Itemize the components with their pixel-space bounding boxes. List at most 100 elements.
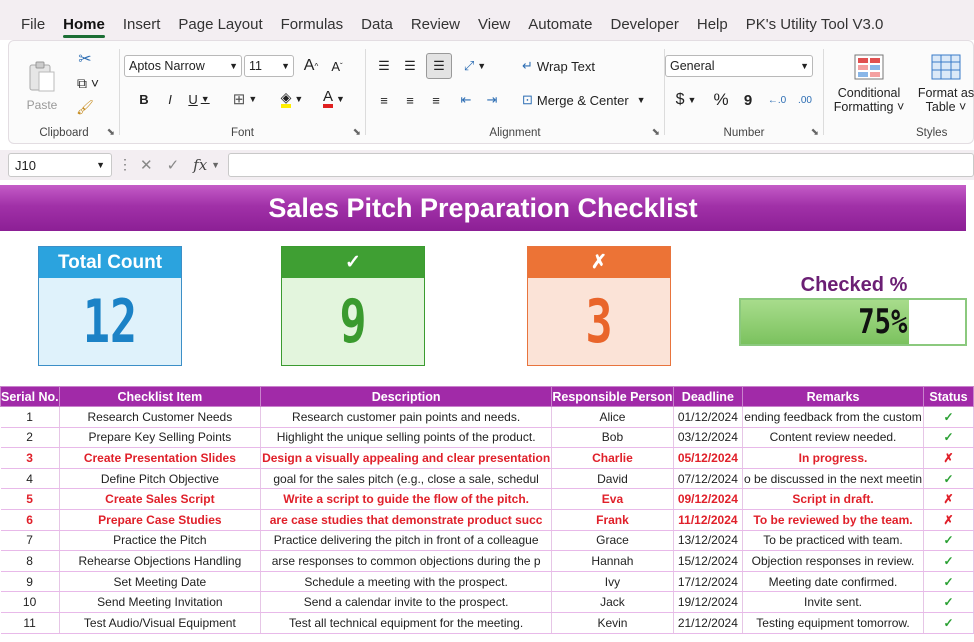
align-bottom-button[interactable]: ☰ bbox=[426, 53, 452, 79]
cell-deadline[interactable]: 15/12/2024 bbox=[673, 550, 743, 572]
cell-description[interactable]: Research customer pain points and needs. bbox=[260, 406, 553, 428]
cell-serial[interactable]: 10 bbox=[0, 591, 60, 613]
cell-serial[interactable]: 1 bbox=[0, 406, 60, 428]
cell-serial[interactable]: 4 bbox=[0, 468, 60, 490]
cell-remarks[interactable]: ending feedback from the custom bbox=[742, 406, 925, 428]
orientation-button[interactable]: ⤢ ▼ bbox=[458, 55, 492, 77]
tab-automate[interactable]: Automate bbox=[519, 16, 601, 40]
cell-remarks[interactable]: In progress. bbox=[742, 447, 925, 469]
font-color-button[interactable]: A ▼ bbox=[316, 87, 352, 111]
tab-developer[interactable]: Developer bbox=[601, 16, 687, 40]
cell-person[interactable]: Eva bbox=[551, 488, 674, 510]
cell-person[interactable]: David bbox=[551, 468, 674, 490]
cell-person[interactable]: Grace bbox=[551, 530, 674, 552]
tab-help[interactable]: Help bbox=[688, 16, 737, 40]
cell-deadline[interactable]: 07/12/2024 bbox=[673, 468, 743, 490]
tab-page-layout[interactable]: Page Layout bbox=[169, 16, 271, 40]
cell-person[interactable]: Alice bbox=[551, 406, 674, 428]
cell-person[interactable]: Jack bbox=[551, 591, 674, 613]
cell-status[interactable]: ✓ bbox=[923, 530, 974, 552]
cell-person[interactable]: Ivy bbox=[551, 571, 674, 593]
cell-remarks[interactable]: Invite sent. bbox=[742, 591, 925, 613]
cell-deadline[interactable]: 11/12/2024 bbox=[673, 509, 743, 531]
cell-status[interactable]: ✗ bbox=[923, 509, 974, 531]
cell-remarks[interactable]: Objection responses in review. bbox=[742, 550, 925, 572]
cell-status[interactable]: ✓ bbox=[923, 571, 974, 593]
format-painter-button[interactable]: 🖌 bbox=[73, 97, 97, 117]
cell-remarks[interactable]: To be practiced with team. bbox=[742, 530, 925, 552]
align-middle-button[interactable]: ☰ bbox=[398, 55, 422, 77]
cell-serial[interactable]: 3 bbox=[0, 447, 60, 469]
align-top-button[interactable]: ☰ bbox=[372, 55, 396, 77]
cell-serial[interactable]: 11 bbox=[0, 612, 60, 634]
tab-file[interactable]: File bbox=[12, 16, 54, 40]
cell-serial[interactable]: 8 bbox=[0, 550, 60, 572]
cell-remarks[interactable]: Script in draft. bbox=[742, 488, 925, 510]
cell-remarks[interactable]: Meeting date confirmed. bbox=[742, 571, 925, 593]
bold-button[interactable]: B bbox=[134, 89, 154, 109]
cell-item[interactable]: Test Audio/Visual Equipment bbox=[59, 612, 262, 634]
cell-item[interactable]: Set Meeting Date bbox=[59, 571, 262, 593]
tab-pk-s-utility-tool-v3-0[interactable]: PK's Utility Tool V3.0 bbox=[737, 16, 893, 40]
cell-status[interactable]: ✗ bbox=[923, 488, 974, 510]
increase-indent-button[interactable]: ⇥ bbox=[480, 89, 504, 111]
cell-person[interactable]: Kevin bbox=[551, 612, 674, 634]
cell-description[interactable]: goal for the sales pitch (e.g., close a … bbox=[260, 468, 553, 490]
cell-serial[interactable]: 5 bbox=[0, 488, 60, 510]
number-format-dropdown[interactable]: General ▼ bbox=[665, 55, 813, 77]
underline-button[interactable]: U ▼ bbox=[184, 89, 214, 109]
cell-item[interactable]: Research Customer Needs bbox=[59, 406, 262, 428]
cell-item[interactable]: Prepare Key Selling Points bbox=[59, 427, 262, 449]
cell-deadline[interactable]: 01/12/2024 bbox=[673, 406, 743, 428]
cell-item[interactable]: Rehearse Objections Handling bbox=[59, 550, 262, 572]
confirm-icon[interactable]: ✓ bbox=[167, 156, 180, 174]
cell-description[interactable]: Practice delivering the pitch in front o… bbox=[260, 530, 553, 552]
align-right-button[interactable]: ≡ bbox=[424, 89, 448, 111]
cell-description[interactable]: Test all technical equipment for the mee… bbox=[260, 612, 553, 634]
cell-status[interactable]: ✗ bbox=[923, 447, 974, 469]
number-launcher-icon[interactable]: ⬊ bbox=[811, 127, 819, 138]
font-launcher-icon[interactable]: ⬊ bbox=[353, 127, 361, 138]
cell-remarks[interactable]: To be reviewed by the team. bbox=[742, 509, 925, 531]
cell-remarks[interactable]: Content review needed. bbox=[742, 427, 925, 449]
copy-button[interactable]: ⧉ ˅ bbox=[73, 73, 103, 93]
cell-person[interactable]: Charlie bbox=[551, 447, 674, 469]
align-left-button[interactable]: ≡ bbox=[372, 89, 396, 111]
font-size-dropdown[interactable]: 11 ▼ bbox=[244, 55, 294, 77]
currency-button[interactable]: $ ▼ bbox=[671, 89, 701, 111]
cell-item[interactable]: Prepare Case Studies bbox=[59, 509, 262, 531]
cell-description[interactable]: Highlight the unique selling points of t… bbox=[260, 427, 553, 449]
cell-remarks[interactable]: Testing equipment tomorrow. bbox=[742, 612, 925, 634]
worksheet[interactable]: Sales Pitch Preparation Checklist Total … bbox=[0, 182, 974, 642]
percent-button[interactable]: % bbox=[709, 89, 733, 111]
cell-deadline[interactable]: 17/12/2024 bbox=[673, 571, 743, 593]
alignment-launcher-icon[interactable]: ⬊ bbox=[652, 127, 660, 138]
tab-data[interactable]: Data bbox=[352, 16, 402, 40]
decrease-decimal-button[interactable]: .00 bbox=[793, 89, 817, 111]
cell-item[interactable]: Practice the Pitch bbox=[59, 530, 262, 552]
decrease-indent-button[interactable]: ⇤ bbox=[454, 89, 478, 111]
more-options-icon[interactable]: ⋮ bbox=[118, 156, 132, 173]
paste-button[interactable]: Paste bbox=[23, 51, 61, 121]
cell-item[interactable]: Create Sales Script bbox=[59, 488, 262, 510]
cell-description[interactable]: Design a visually appealing and clear pr… bbox=[260, 447, 553, 469]
align-center-button[interactable]: ≡ bbox=[398, 89, 422, 111]
format-as-table-button[interactable]: Format as Table ˅ bbox=[914, 49, 974, 119]
italic-button[interactable]: I bbox=[160, 89, 180, 109]
name-box[interactable]: J10 ▼ bbox=[8, 153, 112, 177]
cell-deadline[interactable]: 09/12/2024 bbox=[673, 488, 743, 510]
cell-person[interactable]: Frank bbox=[551, 509, 674, 531]
borders-button[interactable]: ⊞ ▼ bbox=[228, 89, 262, 109]
increase-decimal-button[interactable]: ←.0 bbox=[765, 89, 789, 111]
cell-status[interactable]: ✓ bbox=[923, 591, 974, 613]
cell-status[interactable]: ✓ bbox=[923, 550, 974, 572]
grow-font-button[interactable]: A ^ bbox=[300, 55, 322, 77]
cell-status[interactable]: ✓ bbox=[923, 427, 974, 449]
cell-description[interactable]: Schedule a meeting with the prospect. bbox=[260, 571, 553, 593]
cell-item[interactable]: Define Pitch Objective bbox=[59, 468, 262, 490]
cell-description[interactable]: are case studies that demonstrate produc… bbox=[260, 509, 553, 531]
cancel-icon[interactable]: ✕ bbox=[140, 156, 153, 174]
cell-remarks[interactable]: o be discussed in the next meetin bbox=[742, 468, 925, 490]
insert-function-button[interactable]: fx bbox=[193, 156, 207, 174]
cell-deadline[interactable]: 21/12/2024 bbox=[673, 612, 743, 634]
